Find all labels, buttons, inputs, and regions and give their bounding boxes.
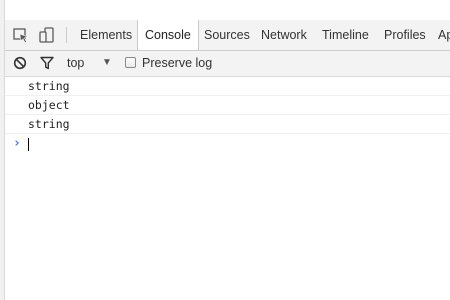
console-messages: string object string › — [5, 77, 450, 154]
tab-sources[interactable]: Sources — [197, 20, 257, 49]
dropdown-arrow-icon[interactable]: ▼ — [102, 51, 112, 76]
devtools-panel: Elements Console Sources Network Timelin… — [5, 0, 450, 300]
prompt-chevron-icon: › — [13, 136, 21, 151]
tab-console[interactable]: Console — [137, 20, 199, 50]
tab-application[interactable]: Ap — [431, 20, 450, 49]
console-message: object — [5, 96, 450, 115]
console-message: string — [5, 77, 450, 96]
text-caret — [28, 138, 29, 151]
console-prompt[interactable]: › — [5, 134, 450, 154]
devtools-tab-bar: Elements Console Sources Network Timelin… — [5, 20, 450, 51]
tab-profiles[interactable]: Profiles — [377, 20, 433, 49]
tab-network[interactable]: Network — [254, 20, 314, 49]
device-mode-icon[interactable] — [38, 26, 56, 44]
clear-console-icon[interactable] — [13, 51, 27, 76]
context-selector[interactable]: top — [67, 51, 84, 76]
filter-icon[interactable] — [40, 51, 54, 76]
console-message: string — [5, 115, 450, 134]
tab-elements[interactable]: Elements — [73, 20, 139, 49]
toolbar-divider — [66, 27, 67, 43]
tab-timeline[interactable]: Timeline — [315, 20, 376, 49]
preserve-log-label[interactable]: Preserve log — [142, 51, 212, 76]
console-toolbar: top ▼ Preserve log — [5, 51, 450, 77]
inspect-element-icon[interactable] — [12, 26, 30, 44]
preserve-log-checkbox[interactable] — [125, 57, 136, 68]
